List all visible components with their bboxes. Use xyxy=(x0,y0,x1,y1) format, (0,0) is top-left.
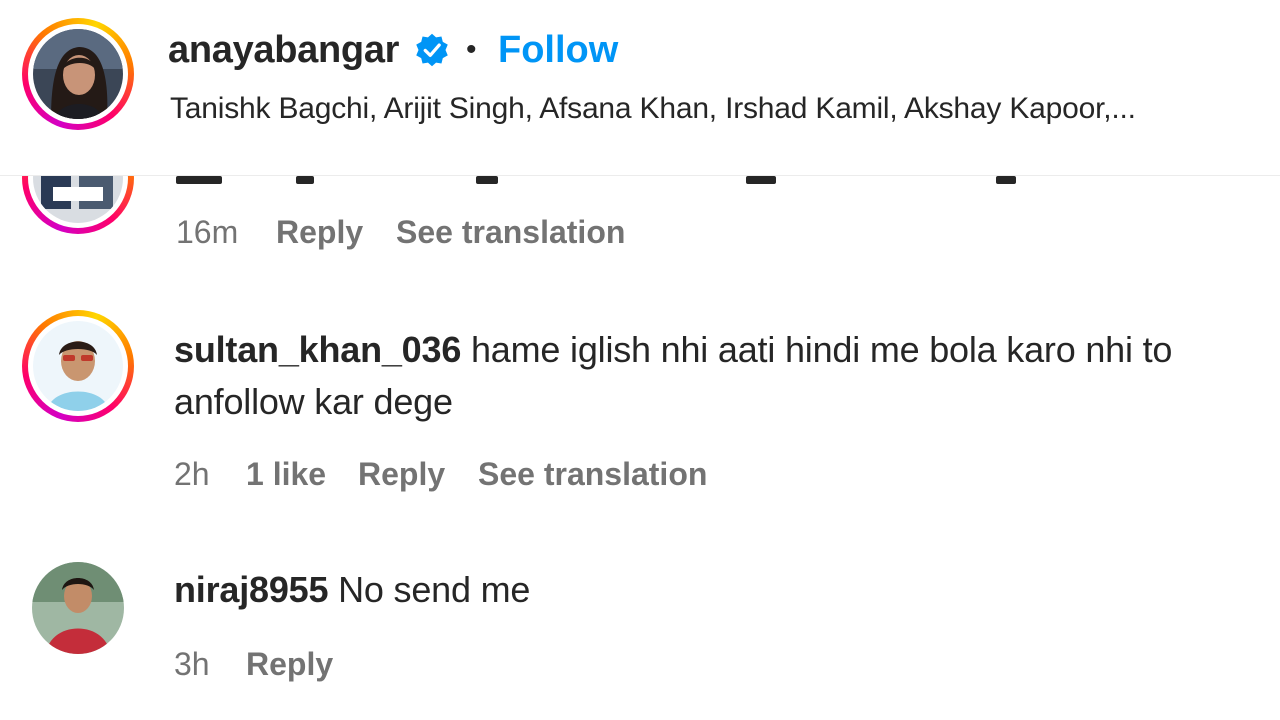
header-avatar[interactable] xyxy=(22,18,134,130)
comment-time: 3h xyxy=(174,646,210,682)
see-translation-button[interactable]: See translation xyxy=(478,454,707,494)
reply-button[interactable]: Reply xyxy=(358,454,445,494)
comment-text-line: hame iglish nhi aati hindi me bola karo … xyxy=(470,329,1173,370)
comment-body: niraj8955 No send me xyxy=(174,564,1174,616)
reply-button[interactable]: Reply xyxy=(276,212,363,252)
comment-username[interactable]: sultan_khan_036 xyxy=(174,329,461,370)
comment-avatar[interactable] xyxy=(22,310,134,422)
comment-text-line-2: anfollow kar dege xyxy=(174,381,453,422)
commenter-photo xyxy=(33,321,123,411)
verified-badge-icon xyxy=(414,32,450,68)
post-header: anayabangar • Follow Tanishk Bagchi, Ari… xyxy=(0,0,1280,176)
comment-meta: 16m Reply See translation xyxy=(176,212,1076,252)
comment-meta: 3h Reply xyxy=(174,644,774,684)
comments-screen: anayabangar • Follow Tanishk Bagchi, Ari… xyxy=(0,0,1280,720)
comment-meta: 2h 1 like Reply See translation xyxy=(174,454,1074,494)
comment-body: sultan_khan_036 hame iglish nhi aati hin… xyxy=(174,324,1280,376)
reply-button[interactable]: Reply xyxy=(246,644,333,684)
comment-time: 2h xyxy=(174,456,210,492)
header-username[interactable]: anayabangar xyxy=(168,28,399,72)
comment-time: 16m xyxy=(176,214,239,250)
audio-credits[interactable]: Tanishk Bagchi, Arijit Singh, Afsana Kha… xyxy=(170,90,1260,128)
comment-avatar[interactable] xyxy=(32,562,124,654)
likes-count[interactable]: 1 like xyxy=(246,454,326,494)
separator-dot: • xyxy=(466,33,477,66)
comment-username[interactable]: niraj8955 xyxy=(174,569,329,610)
see-translation-button[interactable]: See translation xyxy=(396,212,625,252)
follow-button[interactable]: Follow xyxy=(498,28,618,72)
comment-text-line: No send me xyxy=(338,569,531,610)
profile-photo xyxy=(33,29,123,119)
